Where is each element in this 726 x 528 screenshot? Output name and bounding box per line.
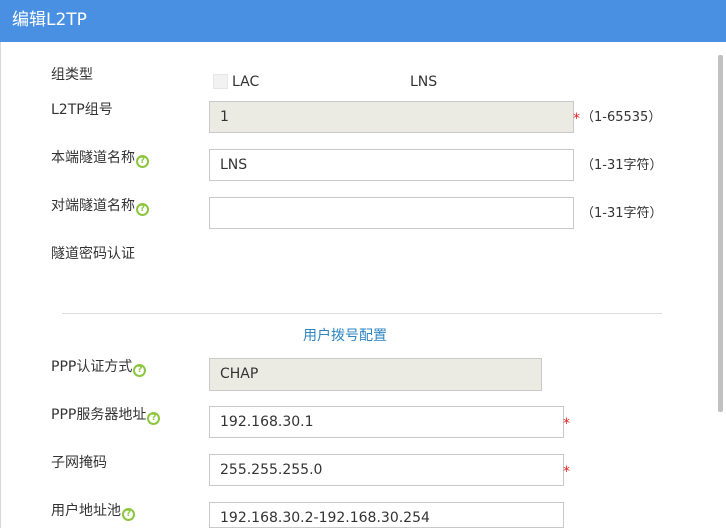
help-icon[interactable]: ?	[122, 508, 135, 521]
section-divider	[62, 313, 662, 314]
dialog-title: 编辑L2TP	[12, 10, 87, 30]
required-mark: *	[563, 464, 570, 480]
remote-tunnel-name-hint: （1-31字符）	[581, 206, 663, 221]
group-type-label: 组类型	[51, 67, 93, 83]
remote-tunnel-name-label: 对端隧道名称?	[51, 197, 149, 216]
group-number-input[interactable]: 1	[209, 101, 574, 133]
local-tunnel-name-label: 本端隧道名称?	[51, 149, 149, 168]
group-number-label: L2TP组号	[51, 102, 113, 118]
required-mark: *	[563, 416, 570, 432]
ppp-auth-label: PPP认证方式?	[51, 358, 147, 377]
local-tunnel-name-hint: （1-31字符）	[581, 158, 663, 173]
dialup-section-title: 用户拨号配置	[303, 328, 387, 344]
ppp-auth-select[interactable]: CHAP	[209, 358, 542, 391]
subnet-mask-input[interactable]: 255.255.255.0	[209, 454, 564, 486]
vertical-scrollbar[interactable]	[718, 55, 723, 412]
tunnel-password-auth-label: 隧道密码认证	[51, 246, 135, 262]
dialog-titlebar: 编辑L2TP	[0, 0, 726, 42]
user-pool-input[interactable]: 192.168.30.2-192.168.30.254	[209, 502, 564, 528]
help-icon[interactable]: ?	[136, 155, 149, 168]
help-icon[interactable]: ?	[147, 412, 161, 425]
group-number-hint: （1-65535）	[581, 110, 662, 125]
user-pool-label: 用户地址池?	[51, 502, 135, 521]
ppp-server-addr-label: PPP服务器地址?	[51, 406, 161, 425]
radio-lac[interactable]	[213, 74, 228, 89]
radio-lns-label[interactable]: LNS	[410, 73, 437, 91]
ppp-server-addr-input[interactable]: 192.168.30.1	[209, 406, 564, 438]
required-mark: *	[573, 111, 580, 127]
local-tunnel-name-input[interactable]: LNS	[209, 149, 574, 181]
help-icon[interactable]: ?	[133, 364, 147, 377]
remote-tunnel-name-input[interactable]	[209, 197, 574, 229]
subnet-mask-label: 子网掩码	[51, 455, 107, 471]
radio-lac-label[interactable]: LAC	[232, 73, 259, 91]
help-icon[interactable]: ?	[136, 203, 149, 216]
